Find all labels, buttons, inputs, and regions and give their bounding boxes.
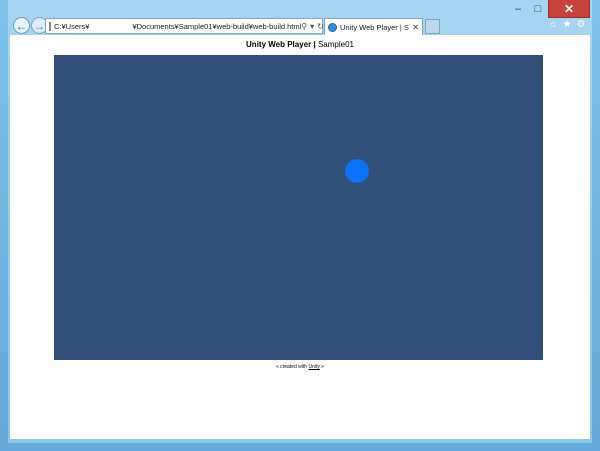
page-icon xyxy=(49,21,51,31)
page-content: Unity Web Player | Sample01 « created wi… xyxy=(10,35,590,439)
maximize-button[interactable]: □ xyxy=(528,0,548,18)
footer-prefix: « created with xyxy=(275,364,309,370)
address-bar[interactable]: C:¥Users¥ ¥Documents¥Sample01¥web-build¥… xyxy=(45,18,324,34)
browser-toolbar: ← → C:¥Users¥ ¥Documents¥Sample01¥web-bu… xyxy=(8,17,592,35)
close-button[interactable]: ✕ xyxy=(548,0,590,18)
right-toolbar-icons: ⌂ ★ ⚙ xyxy=(548,19,586,30)
page-footer: « created with Unity » xyxy=(10,364,590,370)
page-title-bold: Unity Web Player xyxy=(246,40,312,49)
address-text-part2: ¥Documents¥Sample01¥web-build¥web-build.… xyxy=(132,21,302,31)
page-title-separator: | xyxy=(311,40,318,49)
gear-icon[interactable]: ⚙ xyxy=(576,19,586,30)
tab-close-icon[interactable]: ✕ xyxy=(409,23,422,32)
footer-suffix: » xyxy=(319,364,325,370)
refresh-icon[interactable]: ↻ xyxy=(317,22,324,31)
minimize-button[interactable]: – xyxy=(508,0,528,18)
favorites-icon[interactable]: ★ xyxy=(562,19,572,30)
tab-unity-web-player[interactable]: Unity Web Player | Sam... ✕ xyxy=(324,18,423,35)
search-icon[interactable]: ⚲ xyxy=(301,22,307,31)
ie-favicon-icon xyxy=(328,22,337,32)
back-button[interactable]: ← xyxy=(13,17,30,34)
address-text-part1: C:¥Users¥ xyxy=(54,21,90,31)
unity-link[interactable]: Unity xyxy=(308,364,319,370)
page-title-name: Sample01 xyxy=(317,40,354,49)
tab-label: Unity Web Player | Sam... xyxy=(340,22,409,32)
dropdown-icon[interactable]: ▾ xyxy=(310,22,314,31)
new-tab-button[interactable] xyxy=(425,19,440,34)
unity-player-canvas[interactable] xyxy=(54,55,543,360)
caption-buttons: – □ ✕ xyxy=(508,0,590,18)
page-title: Unity Web Player | Sample01 xyxy=(10,40,590,49)
blue-sphere xyxy=(345,159,369,183)
home-icon[interactable]: ⌂ xyxy=(548,19,558,30)
